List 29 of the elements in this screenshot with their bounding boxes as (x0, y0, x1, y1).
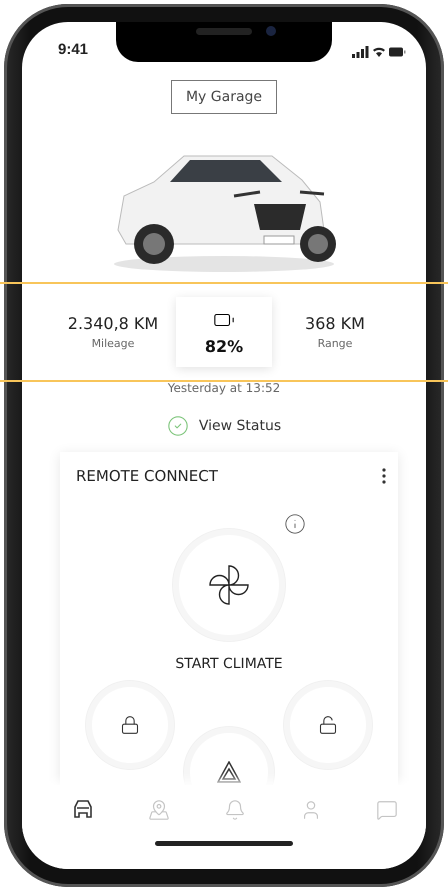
card-title: REMOTE CONNECT (76, 467, 218, 485)
battery-percent: 82% (204, 336, 244, 356)
lock-button[interactable] (92, 687, 168, 763)
stat-label: Range (318, 337, 352, 350)
chat-icon (376, 799, 398, 821)
climate-label: START CLIMATE (175, 655, 283, 673)
nav-tab[interactable] (72, 799, 94, 821)
more-icon (382, 468, 386, 484)
speaker (196, 28, 252, 35)
my-garage-button[interactable]: My Garage (170, 80, 278, 114)
lock-icon (120, 715, 140, 735)
hazard-icon (216, 761, 241, 783)
status-icons (352, 46, 406, 58)
unlock-button[interactable] (290, 687, 366, 763)
stat-value: 2.340,8 KM (68, 314, 158, 333)
car-icon (72, 799, 94, 819)
camera (266, 26, 276, 36)
status-time: 9:41 (58, 41, 88, 58)
bell-icon (224, 799, 246, 821)
info-button[interactable] (284, 513, 306, 535)
stat-value: 368 KM (305, 314, 365, 333)
map-icon (148, 799, 170, 821)
more-menu-button[interactable] (382, 468, 386, 484)
stat-label: Mileage (92, 337, 134, 350)
info-icon (284, 513, 306, 535)
last-updated-text: Yesterday at 13:52 (168, 380, 280, 396)
climate-button[interactable] (179, 535, 279, 635)
view-status-link[interactable]: View Status (166, 414, 282, 438)
unlock-icon (318, 715, 338, 735)
